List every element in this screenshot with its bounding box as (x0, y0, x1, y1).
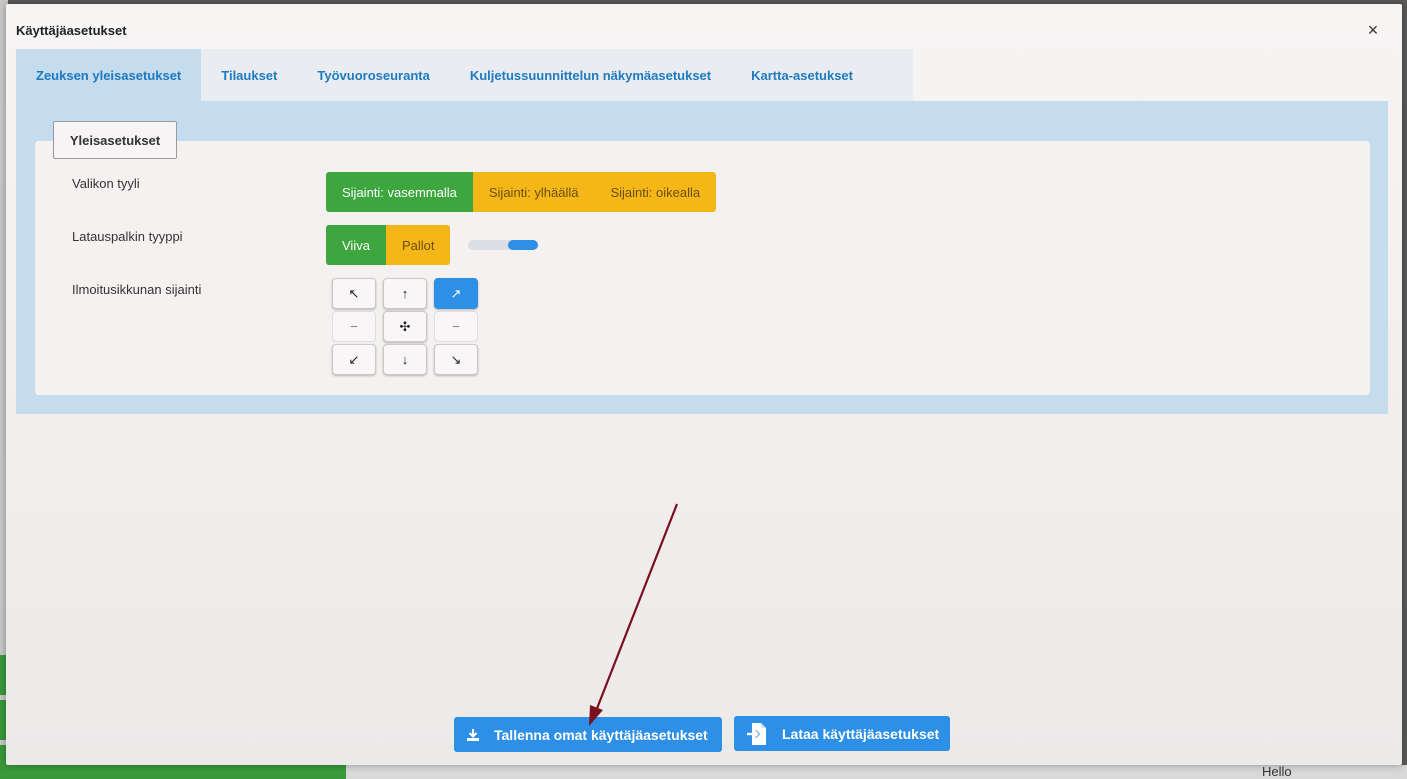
dash-left-icon[interactable]: − (332, 311, 376, 342)
loading-bar-preview (468, 240, 538, 250)
tab-zeus-general[interactable]: Zeuksen yleisasetukset (16, 49, 202, 101)
settings-dialog: Käyttäjäasetukset × Zeuksen yleisasetuks… (6, 4, 1402, 765)
notification-position-label: Ilmoitusikkunan sijainti (72, 282, 202, 297)
tab-panel: Valikon tyyli Sijainti: vasemmalla Sijai… (16, 101, 1388, 414)
arrow-up-right-icon[interactable]: ↗ (434, 278, 478, 309)
loading-bar-label: Latauspalkin tyyppi (72, 229, 183, 244)
tab-transport-planning-view[interactable]: Kuljetussuunnittelun näkymäasetukset (450, 49, 731, 101)
arrow-up-left-icon[interactable]: ↖ (332, 278, 376, 309)
background-text: Hello (1262, 764, 1292, 779)
dash-right-icon[interactable]: − (434, 311, 478, 342)
tab-orders[interactable]: Tilaukset (201, 49, 297, 101)
arrow-down-left-icon[interactable]: ↙ (332, 344, 376, 375)
download-icon (466, 728, 480, 742)
load-settings-button[interactable]: Lataa käyttäjäasetukset (734, 716, 950, 751)
general-settings-section-button[interactable]: Yleisasetukset (53, 121, 177, 159)
background-green-bar (0, 765, 346, 779)
arrow-down-right-icon[interactable]: ↘ (434, 344, 478, 375)
menu-position-left-button[interactable]: Sijainti: vasemmalla (326, 172, 473, 212)
save-settings-button[interactable]: Tallenna omat käyttäjäasetukset (454, 717, 722, 752)
move-center-icon[interactable]: ✣ (383, 311, 427, 342)
loading-dots-button[interactable]: Pallot (385, 225, 451, 265)
menu-position-top-button[interactable]: Sijainti: ylhäällä (472, 172, 595, 212)
arrow-up-icon[interactable]: ↑ (383, 278, 427, 309)
tab-map-settings[interactable]: Kartta-asetukset (731, 49, 873, 101)
loading-bar-preview-fill (508, 240, 538, 250)
notification-position-grid: ↖ ↑ ↗ − ✣ − ↙ ↓ ↘ (332, 278, 478, 377)
load-settings-label: Lataa käyttäjäasetukset (782, 725, 940, 742)
menu-style-label: Valikon tyyli (72, 176, 140, 191)
menu-position-right-button[interactable]: Sijainti: oikealla (594, 172, 717, 212)
loading-bar-selector: Viiva Pallot (326, 225, 451, 265)
close-button[interactable]: × (1364, 20, 1382, 40)
loading-line-button[interactable]: Viiva (326, 225, 386, 265)
settings-card: Valikon tyyli Sijainti: vasemmalla Sijai… (35, 141, 1370, 395)
file-import-icon (746, 722, 768, 746)
tab-shift-tracking[interactable]: Työvuoroseuranta (297, 49, 449, 101)
save-settings-label: Tallenna omat käyttäjäasetukset (494, 726, 708, 743)
dialog-title: Käyttäjäasetukset (16, 23, 127, 38)
tab-bar: Zeuksen yleisasetukset Tilaukset Työvuor… (16, 49, 913, 101)
menu-style-selector: Sijainti: vasemmalla Sijainti: ylhäällä … (326, 172, 717, 212)
arrow-down-icon[interactable]: ↓ (383, 344, 427, 375)
